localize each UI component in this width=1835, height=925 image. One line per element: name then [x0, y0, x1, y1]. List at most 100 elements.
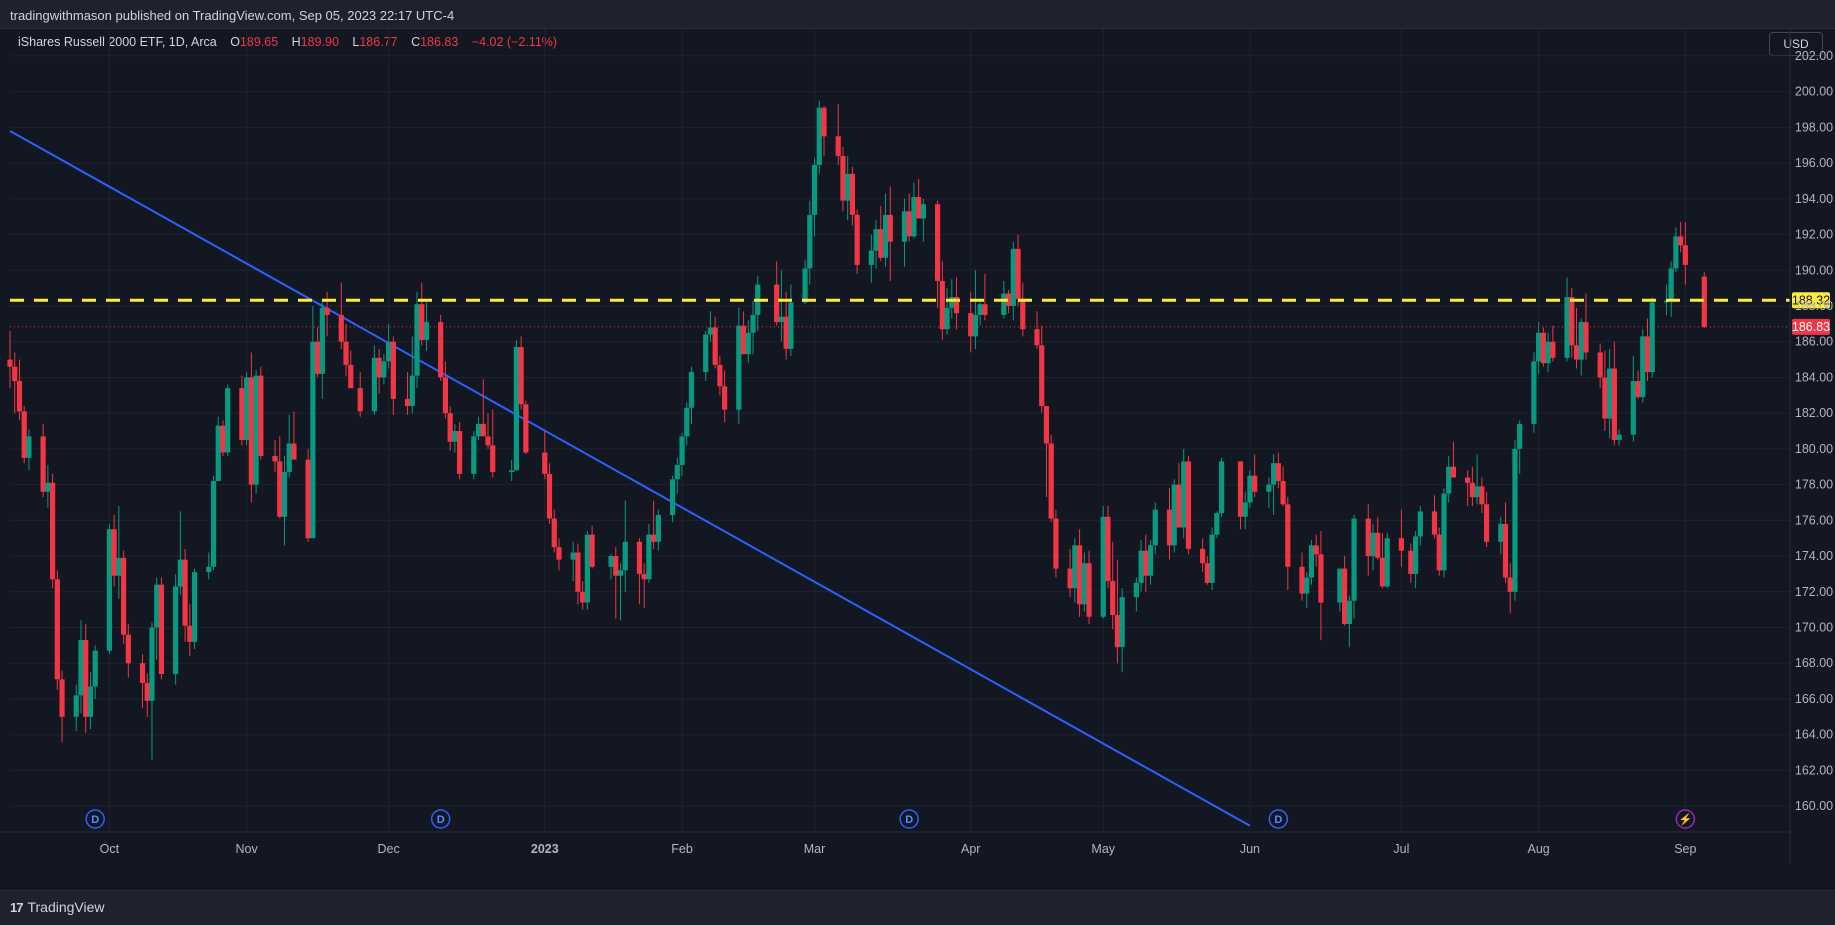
candle-body: [1640, 336, 1646, 398]
candle: [1114, 559, 1121, 664]
candle: [911, 182, 917, 239]
candle-body: [1668, 268, 1674, 301]
tradingview-logo[interactable]: 17 TradingView: [10, 899, 105, 915]
candle: [1583, 293, 1589, 360]
candle-body: [1152, 509, 1158, 546]
candle: [1133, 577, 1139, 612]
candle: [177, 511, 183, 596]
candle: [404, 372, 411, 415]
candle-body: [1214, 513, 1220, 535]
candle: [1100, 506, 1106, 619]
candle: [1384, 532, 1390, 589]
candle-body: [1507, 577, 1513, 592]
candle-body: [944, 307, 950, 330]
candle-body: [939, 280, 945, 330]
candle: [1465, 470, 1471, 507]
candle: [438, 314, 444, 382]
candle-body: [54, 579, 60, 680]
candle-body: [1644, 336, 1651, 373]
candle: [882, 193, 889, 267]
candle: [144, 673, 150, 717]
candle: [480, 379, 486, 437]
candle-body: [655, 514, 661, 542]
dividend-marker-icon[interactable]: D: [430, 809, 451, 829]
candle-body: [1569, 297, 1575, 346]
candle-body: [1682, 245, 1688, 265]
candle: [873, 220, 879, 269]
candle-body: [1384, 538, 1390, 587]
candle-body: [1133, 582, 1139, 598]
candle-body: [1498, 523, 1504, 542]
candle: [26, 429, 32, 471]
candle: [490, 409, 496, 478]
candle-body: [1067, 568, 1073, 589]
candle: [651, 500, 657, 549]
candle: [944, 288, 950, 335]
candle-body: [1446, 466, 1452, 494]
candle-body: [149, 627, 155, 701]
y-tick-label: 164.00: [1795, 728, 1833, 742]
price-chart[interactable]: 188.32186.83 160.00 162.00 164.00 166.00 168…: [0, 29, 1835, 889]
candle: [1597, 343, 1603, 389]
candle: [1682, 222, 1688, 285]
dividend-marker-icon[interactable]: D: [899, 809, 919, 829]
trendline[interactable]: [9, 130, 1251, 827]
candle: [381, 354, 387, 385]
candle-body: [1375, 532, 1381, 558]
candle: [371, 345, 378, 415]
candle: [1436, 527, 1442, 576]
x-tick-label: Sep: [1674, 842, 1696, 856]
candle-body: [911, 197, 917, 237]
candle: [319, 302, 325, 399]
x-tick-label: Dec: [377, 842, 399, 856]
candle-body: [1611, 368, 1617, 440]
candle: [934, 200, 941, 308]
candle: [1275, 452, 1281, 489]
candle: [343, 323, 349, 376]
candle-body: [158, 584, 165, 674]
candle-body: [281, 472, 288, 517]
candle: [442, 361, 449, 419]
candle-body: [1119, 597, 1125, 648]
dividend-marker-icon[interactable]: D: [85, 809, 105, 829]
x-tick-label: Apr: [961, 842, 980, 856]
candle: [684, 402, 690, 446]
candle-body: [707, 327, 714, 335]
candle: [173, 573, 179, 685]
candle-body: [1550, 341, 1556, 358]
candle: [286, 414, 292, 478]
candle: [740, 311, 747, 355]
candle-body: [139, 663, 146, 683]
candle-body: [40, 436, 46, 492]
candle-body: [177, 559, 183, 587]
candle-body: [447, 413, 453, 442]
candle-body: [1313, 545, 1319, 555]
candle-body: [438, 322, 444, 378]
candle: [845, 155, 851, 221]
y-tick-label: 202.00: [1795, 49, 1833, 63]
candle: [452, 423, 458, 453]
candle: [1545, 332, 1551, 373]
candle-body: [1072, 545, 1078, 589]
candle-body: [901, 211, 908, 242]
candle: [816, 100, 822, 174]
dividend-marker-icon[interactable]: D: [1268, 809, 1289, 829]
candle-body: [414, 304, 420, 376]
candle: [1630, 356, 1636, 442]
candle: [1479, 477, 1485, 514]
candle-body: [154, 584, 160, 628]
candle-body: [248, 377, 254, 485]
candle: [570, 541, 576, 582]
candle: [1119, 588, 1125, 673]
candle-body: [613, 556, 619, 576]
y-tick-label: 182.00: [1795, 406, 1833, 420]
candle: [1086, 550, 1092, 624]
candle: [310, 306, 316, 539]
candle-body: [343, 341, 349, 365]
earnings-marker-icon[interactable]: ⚡: [1675, 809, 1696, 829]
candle: [1081, 552, 1087, 612]
candle: [920, 198, 926, 242]
candle-body: [1015, 248, 1021, 299]
candle: [1076, 529, 1083, 617]
candle: [125, 623, 131, 678]
